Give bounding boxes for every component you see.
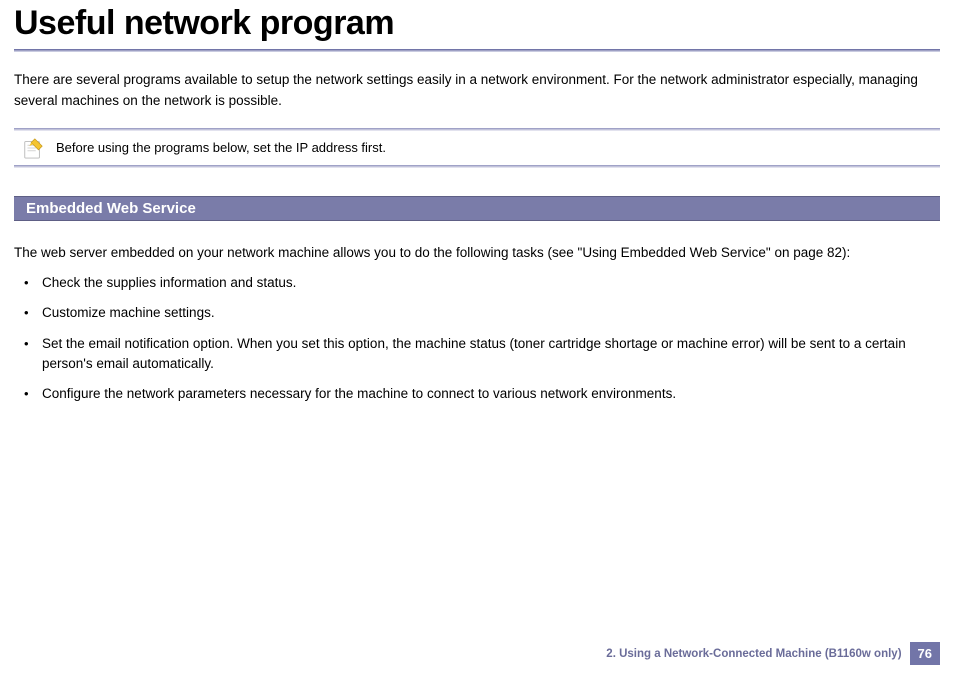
note-text: Before using the programs below, set the…	[56, 140, 386, 155]
section-title: Embedded Web Service	[26, 200, 926, 217]
page-title: Useful network program	[0, 0, 954, 49]
list-item: Set the email notification option. When …	[24, 334, 940, 375]
intro-paragraph: There are several programs available to …	[0, 52, 954, 128]
list-item: Check the supplies information and statu…	[24, 273, 940, 293]
note-block: Before using the programs below, set the…	[14, 128, 940, 168]
page-number: 76	[910, 642, 940, 665]
note-icon	[22, 137, 44, 159]
note-divider-bottom	[14, 165, 940, 168]
section-header: Embedded Web Service	[14, 196, 940, 221]
list-item: Configure the network parameters necessa…	[24, 384, 940, 404]
list-item: Customize machine settings.	[24, 303, 940, 323]
bullet-list: Check the supplies information and statu…	[0, 273, 954, 404]
footer-chapter: 2. Using a Network-Connected Machine (B1…	[606, 648, 901, 660]
footer: 2. Using a Network-Connected Machine (B1…	[606, 642, 940, 665]
section-intro: The web server embedded on your network …	[0, 221, 954, 273]
